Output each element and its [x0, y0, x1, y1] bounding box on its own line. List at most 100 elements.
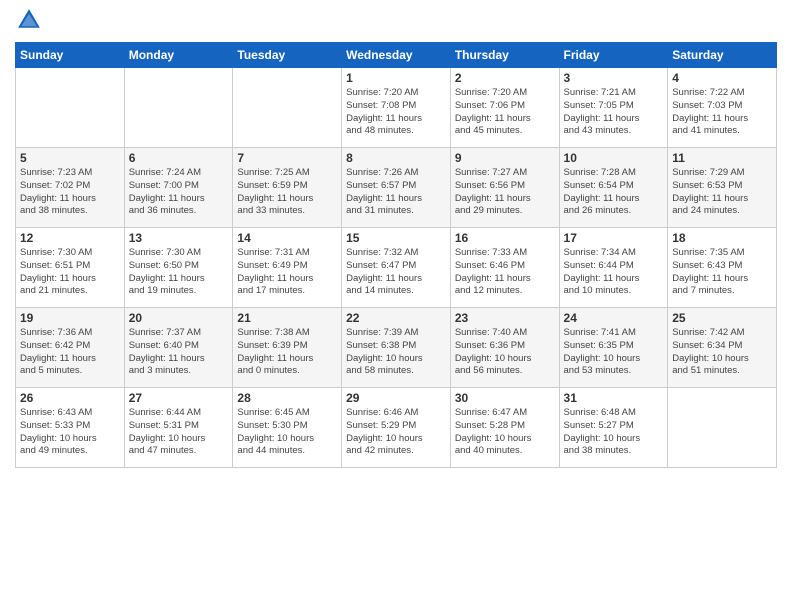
day-cell: 23 Sunrise: 7:40 AM Sunset: 6:36 PM Dayli…	[450, 308, 559, 388]
day-number: 3	[564, 71, 664, 85]
logo	[15, 10, 47, 34]
week-row-5: 26Sunrise: 6:43 AM Sunset: 5:33 PM Dayli…	[16, 388, 777, 468]
week-row-2: 5 Sunrise: 7:23 AM Sunset: 7:02 PM Daylig…	[16, 148, 777, 228]
day-cell: 21 Sunrise: 7:38 AM Sunset: 6:39 PM Dayli…	[233, 308, 342, 388]
day-number: 1	[346, 71, 446, 85]
day-info: Sunrise: 7:40 AM Sunset: 6:36 PM Dayligh…	[455, 327, 555, 378]
weekday-header-tuesday: Tuesday	[233, 43, 342, 68]
day-cell	[16, 68, 125, 148]
day-cell: 24 Sunrise: 7:41 AM Sunset: 6:35 PM Dayli…	[559, 308, 668, 388]
weekday-header-friday: Friday	[559, 43, 668, 68]
day-info: Sunrise: 6:48 AM Sunset: 5:27 PM Dayligh…	[564, 407, 664, 458]
day-number: 23	[455, 311, 555, 325]
day-number: 30	[455, 391, 555, 405]
day-number: 13	[129, 231, 229, 245]
day-info: Sunrise: 7:30 AM Sunset: 6:51 PM Dayligh…	[20, 247, 120, 298]
page: SundayMondayTuesdayWednesdayThursdayFrid…	[0, 0, 792, 612]
day-number: 10	[564, 151, 664, 165]
day-cell: 4 Sunrise: 7:22 AM Sunset: 7:03 PM Daylig…	[668, 68, 777, 148]
day-info: Sunrise: 6:47 AM Sunset: 5:28 PM Dayligh…	[455, 407, 555, 458]
day-cell	[124, 68, 233, 148]
day-cell: 9 Sunrise: 7:27 AM Sunset: 6:56 PM Daylig…	[450, 148, 559, 228]
day-info: Sunrise: 7:37 AM Sunset: 6:40 PM Dayligh…	[129, 327, 229, 378]
day-cell: 3 Sunrise: 7:21 AM Sunset: 7:05 PM Daylig…	[559, 68, 668, 148]
day-info: Sunrise: 7:28 AM Sunset: 6:54 PM Dayligh…	[564, 167, 664, 218]
day-number: 21	[237, 311, 337, 325]
day-cell: 13 Sunrise: 7:30 AM Sunset: 6:50 PM Dayli…	[124, 228, 233, 308]
weekday-header-thursday: Thursday	[450, 43, 559, 68]
weekday-header-wednesday: Wednesday	[342, 43, 451, 68]
day-number: 31	[564, 391, 664, 405]
day-info: Sunrise: 7:21 AM Sunset: 7:05 PM Dayligh…	[564, 87, 664, 138]
day-cell: 26Sunrise: 6:43 AM Sunset: 5:33 PM Dayli…	[16, 388, 125, 468]
day-info: Sunrise: 7:30 AM Sunset: 6:50 PM Dayligh…	[129, 247, 229, 298]
day-number: 20	[129, 311, 229, 325]
weekday-header-saturday: Saturday	[668, 43, 777, 68]
weekday-header-sunday: Sunday	[16, 43, 125, 68]
day-cell: 27 Sunrise: 6:44 AM Sunset: 5:31 PM Dayli…	[124, 388, 233, 468]
day-number: 11	[672, 151, 772, 165]
day-info: Sunrise: 7:27 AM Sunset: 6:56 PM Dayligh…	[455, 167, 555, 218]
day-cell: 1 Sunrise: 7:20 AM Sunset: 7:08 PM Daylig…	[342, 68, 451, 148]
day-info: Sunrise: 7:33 AM Sunset: 6:46 PM Dayligh…	[455, 247, 555, 298]
day-number: 2	[455, 71, 555, 85]
day-number: 29	[346, 391, 446, 405]
day-info: Sunrise: 7:41 AM Sunset: 6:35 PM Dayligh…	[564, 327, 664, 378]
day-info: Sunrise: 6:43 AM Sunset: 5:33 PM Dayligh…	[20, 407, 120, 458]
day-number: 24	[564, 311, 664, 325]
day-number: 4	[672, 71, 772, 85]
day-cell: 7 Sunrise: 7:25 AM Sunset: 6:59 PM Daylig…	[233, 148, 342, 228]
day-cell	[668, 388, 777, 468]
day-info: Sunrise: 7:23 AM Sunset: 7:02 PM Dayligh…	[20, 167, 120, 218]
day-number: 28	[237, 391, 337, 405]
day-cell: 15Sunrise: 7:32 AM Sunset: 6:47 PM Dayli…	[342, 228, 451, 308]
weekday-header-monday: Monday	[124, 43, 233, 68]
day-cell: 5 Sunrise: 7:23 AM Sunset: 7:02 PM Daylig…	[16, 148, 125, 228]
day-info: Sunrise: 6:46 AM Sunset: 5:29 PM Dayligh…	[346, 407, 446, 458]
day-cell: 10 Sunrise: 7:28 AM Sunset: 6:54 PM Dayli…	[559, 148, 668, 228]
week-row-1: 1 Sunrise: 7:20 AM Sunset: 7:08 PM Daylig…	[16, 68, 777, 148]
day-info: Sunrise: 7:34 AM Sunset: 6:44 PM Dayligh…	[564, 247, 664, 298]
day-info: Sunrise: 7:24 AM Sunset: 7:00 PM Dayligh…	[129, 167, 229, 218]
day-cell: 11Sunrise: 7:29 AM Sunset: 6:53 PM Dayli…	[668, 148, 777, 228]
day-info: Sunrise: 7:26 AM Sunset: 6:57 PM Dayligh…	[346, 167, 446, 218]
day-info: Sunrise: 6:44 AM Sunset: 5:31 PM Dayligh…	[129, 407, 229, 458]
day-info: Sunrise: 7:42 AM Sunset: 6:34 PM Dayligh…	[672, 327, 772, 378]
day-info: Sunrise: 7:39 AM Sunset: 6:38 PM Dayligh…	[346, 327, 446, 378]
day-number: 15	[346, 231, 446, 245]
day-cell: 18Sunrise: 7:35 AM Sunset: 6:43 PM Dayli…	[668, 228, 777, 308]
day-number: 17	[564, 231, 664, 245]
week-row-4: 19 Sunrise: 7:36 AM Sunset: 6:42 PM Dayli…	[16, 308, 777, 388]
day-cell: 31 Sunrise: 6:48 AM Sunset: 5:27 PM Dayli…	[559, 388, 668, 468]
day-info: Sunrise: 7:38 AM Sunset: 6:39 PM Dayligh…	[237, 327, 337, 378]
day-cell: 29 Sunrise: 6:46 AM Sunset: 5:29 PM Dayli…	[342, 388, 451, 468]
day-cell: 12 Sunrise: 7:30 AM Sunset: 6:51 PM Dayli…	[16, 228, 125, 308]
day-number: 8	[346, 151, 446, 165]
day-number: 22	[346, 311, 446, 325]
day-info: Sunrise: 7:36 AM Sunset: 6:42 PM Dayligh…	[20, 327, 120, 378]
day-cell: 17 Sunrise: 7:34 AM Sunset: 6:44 PM Dayli…	[559, 228, 668, 308]
day-number: 9	[455, 151, 555, 165]
day-number: 27	[129, 391, 229, 405]
day-number: 5	[20, 151, 120, 165]
day-info: Sunrise: 7:20 AM Sunset: 7:08 PM Dayligh…	[346, 87, 446, 138]
week-row-3: 12 Sunrise: 7:30 AM Sunset: 6:51 PM Dayli…	[16, 228, 777, 308]
day-info: Sunrise: 7:25 AM Sunset: 6:59 PM Dayligh…	[237, 167, 337, 218]
day-cell: 25Sunrise: 7:42 AM Sunset: 6:34 PM Dayli…	[668, 308, 777, 388]
day-info: Sunrise: 7:22 AM Sunset: 7:03 PM Dayligh…	[672, 87, 772, 138]
day-cell: 8 Sunrise: 7:26 AM Sunset: 6:57 PM Daylig…	[342, 148, 451, 228]
day-cell: 16Sunrise: 7:33 AM Sunset: 6:46 PM Dayli…	[450, 228, 559, 308]
header	[15, 10, 777, 34]
day-cell: 19 Sunrise: 7:36 AM Sunset: 6:42 PM Dayli…	[16, 308, 125, 388]
day-number: 7	[237, 151, 337, 165]
day-info: Sunrise: 7:31 AM Sunset: 6:49 PM Dayligh…	[237, 247, 337, 298]
day-cell	[233, 68, 342, 148]
day-number: 12	[20, 231, 120, 245]
logo-icon	[15, 6, 43, 34]
day-cell: 30 Sunrise: 6:47 AM Sunset: 5:28 PM Dayli…	[450, 388, 559, 468]
day-cell: 2Sunrise: 7:20 AM Sunset: 7:06 PM Daylig…	[450, 68, 559, 148]
weekday-header-row: SundayMondayTuesdayWednesdayThursdayFrid…	[16, 43, 777, 68]
day-cell: 14Sunrise: 7:31 AM Sunset: 6:49 PM Dayli…	[233, 228, 342, 308]
day-number: 6	[129, 151, 229, 165]
day-number: 19	[20, 311, 120, 325]
